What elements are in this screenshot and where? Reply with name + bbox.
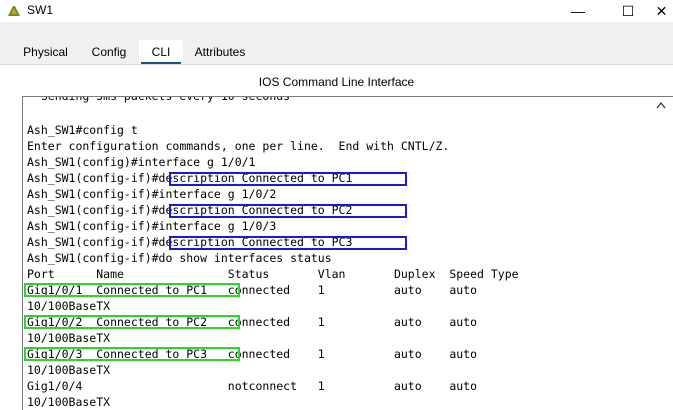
terminal-line: 10/100BaseTX xyxy=(27,331,111,345)
terminal-line: 10/100BaseTX xyxy=(27,363,111,377)
terminal-line: Gig1/0/4 notconnect 1 auto auto xyxy=(27,379,478,393)
maximize-button[interactable]: ☐ xyxy=(605,0,651,22)
description-highlight-box xyxy=(169,172,407,186)
cli-terminal[interactable]: Sending 5ms packets every 10 seconds Ash… xyxy=(22,96,673,410)
close-button[interactable]: ✕ xyxy=(650,0,673,22)
description-highlight-box xyxy=(169,236,407,250)
terminal-line: Ash_SW1#config t xyxy=(27,123,138,137)
cli-heading: IOS Command Line Interface xyxy=(258,75,415,89)
status-highlight-box xyxy=(24,347,240,361)
tab-physical[interactable]: Physical xyxy=(12,40,79,64)
tab-config[interactable]: Config xyxy=(81,40,137,64)
terminal-line: Ash_SW1(config-if)#interface g 1/0/3 xyxy=(27,219,277,233)
chevron-up-icon[interactable] xyxy=(656,101,666,109)
minimize-button[interactable]: — xyxy=(555,0,601,22)
terminal-line: Port Name Status Vlan Duplex Speed Type xyxy=(27,267,519,281)
tab-attributes[interactable]: Attributes xyxy=(185,40,255,64)
terminal-line: Ash_SW1(config)#interface g 1/0/1 xyxy=(27,155,256,169)
terminal-line: Enter configuration commands, one per li… xyxy=(27,139,450,153)
app-icon xyxy=(8,6,20,16)
tab-cli[interactable]: CLI xyxy=(139,40,183,64)
cli-panel: IOS Command Line Interface Sending 5ms p… xyxy=(0,64,673,410)
description-highlight-box xyxy=(169,204,407,218)
tab-bar: Physical Config CLI Attributes xyxy=(0,22,673,64)
window-title: SW1 xyxy=(27,3,54,17)
status-highlight-box xyxy=(24,283,240,297)
terminal-line: Ash_SW1(config-if)#interface g 1/0/2 xyxy=(27,187,277,201)
tab-label: Config xyxy=(91,45,127,59)
tab-label: CLI xyxy=(151,45,171,59)
title-bar: SW1 — ☐ ✕ xyxy=(0,0,673,22)
terminal-line-clipped: Sending 5ms packets every 10 seconds xyxy=(27,96,291,103)
tab-label: Attributes xyxy=(194,45,246,59)
status-highlight-box xyxy=(24,315,240,329)
terminal-line: Ash_SW1(config-if)#do show interfaces st… xyxy=(27,251,332,265)
tab-label: Physical xyxy=(23,45,68,59)
terminal-line: 10/100BaseTX xyxy=(27,299,111,313)
